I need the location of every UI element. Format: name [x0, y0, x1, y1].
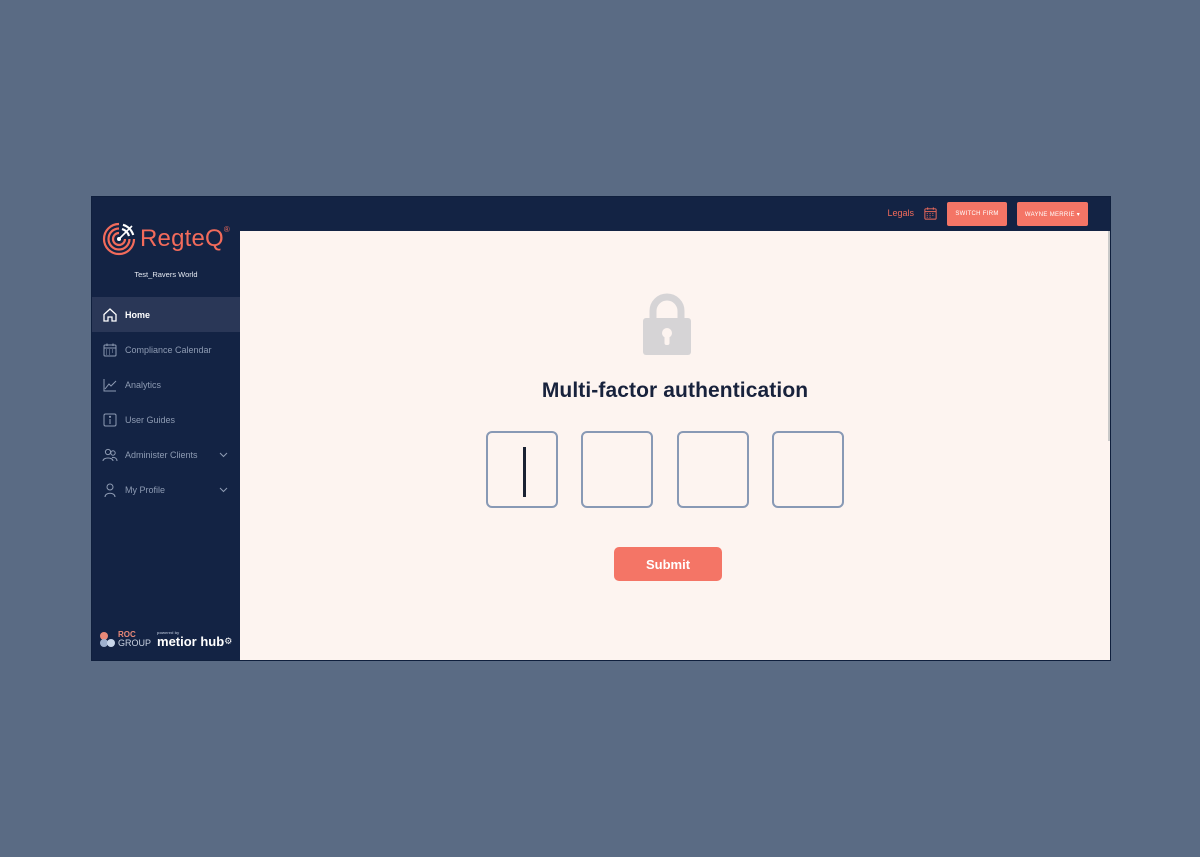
home-icon: [102, 307, 118, 323]
text-caret: [523, 447, 526, 497]
sidebar-item-my-profile[interactable]: My Profile: [92, 472, 240, 507]
top-bar: Legals SWITCH FIRM WAYNE MERRIE ▾: [240, 197, 1110, 231]
chevron-down-icon[interactable]: [219, 450, 228, 459]
submit-button[interactable]: Submit: [614, 547, 722, 581]
regteq-logo[interactable]: RegteQ ®: [102, 221, 230, 257]
switch-firm-button[interactable]: SWITCH FIRM: [947, 202, 1007, 226]
firm-name: Test_Ravers World: [134, 270, 198, 279]
code-input-3[interactable]: [677, 431, 749, 508]
chevron-down-icon[interactable]: [219, 485, 228, 494]
roc-group-logo: ROC GROUP: [118, 631, 151, 648]
sidebar-item-label: Analytics: [125, 379, 162, 390]
chart-icon: [102, 377, 118, 393]
users-icon: [102, 447, 118, 463]
sidebar-item-analytics[interactable]: Analytics: [92, 367, 240, 402]
sidebar-item-label: Administer Clients: [125, 449, 198, 460]
page-title: Multi-factor authentication: [541, 379, 809, 402]
code-input-2[interactable]: [581, 431, 653, 508]
legals-link[interactable]: Legals: [887, 208, 914, 218]
sidebar-nav: Home Compliance Calendar Analytics User …: [92, 297, 240, 507]
user-icon: [102, 482, 118, 498]
registered-mark: ®: [223, 224, 230, 234]
metior-hub-logo: powered by metior hub⚙: [157, 630, 232, 648]
sidebar-item-administer-clients[interactable]: Administer Clients: [92, 437, 240, 472]
partner-logos: ROC GROUP powered by metior hub⚙: [99, 630, 232, 648]
sidebar-item-user-guides[interactable]: User Guides: [92, 402, 240, 437]
sidebar-item-label: Home: [125, 309, 151, 320]
code-input-4[interactable]: [772, 431, 844, 508]
scrollbar[interactable]: [1108, 231, 1110, 441]
sidebar-item-label: User Guides: [125, 414, 176, 425]
sidebar-item-compliance-calendar[interactable]: Compliance Calendar: [92, 332, 240, 367]
lock-icon: [643, 293, 691, 355]
calendar-icon: [102, 342, 118, 358]
roc-logo-icon: [100, 632, 115, 647]
target-logo-icon: [102, 222, 136, 256]
user-menu-button[interactable]: WAYNE MERRIE ▾: [1017, 202, 1088, 226]
sidebar: RegteQ ® Test_Ravers World Home Complian…: [92, 197, 240, 660]
gear-icon: ⚙: [224, 636, 233, 646]
group-text: GROUP: [118, 638, 152, 648]
metior-text: metior hub: [157, 634, 225, 649]
info-icon: [102, 412, 118, 428]
brand-name: RegteQ: [140, 225, 224, 252]
sidebar-item-label: My Profile: [125, 484, 166, 495]
calendar-icon[interactable]: [923, 206, 938, 221]
code-input-1[interactable]: [486, 431, 558, 508]
sidebar-item-home[interactable]: Home: [92, 297, 240, 332]
app-window: RegteQ ® Test_Ravers World Home Complian…: [91, 196, 1111, 661]
sidebar-item-label: Compliance Calendar: [125, 344, 212, 355]
main-content: Multi-factor authentication Submit: [240, 231, 1110, 660]
